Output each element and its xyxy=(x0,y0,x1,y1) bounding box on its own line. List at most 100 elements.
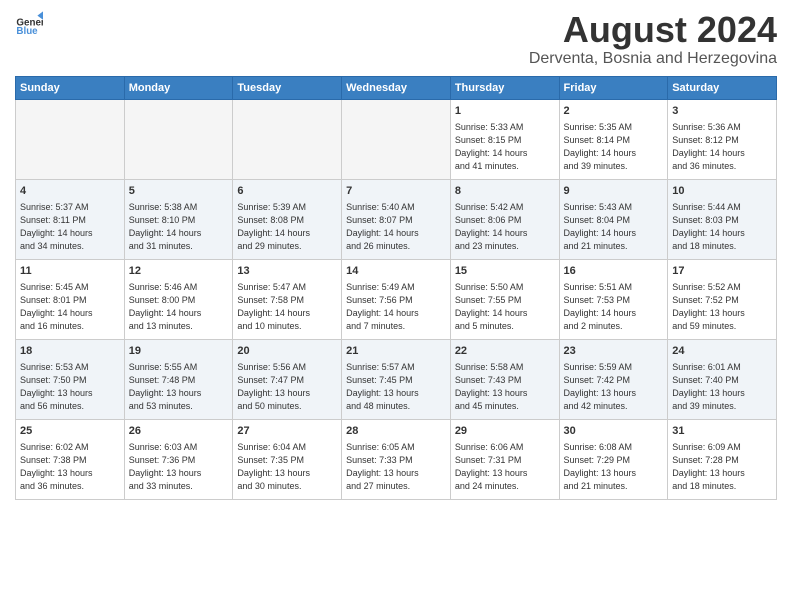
day-number: 24 xyxy=(672,344,772,359)
calendar-cell: 23 Sunrise: 5:59 AM Sunset: 7:42 PM Dayli… xyxy=(559,339,668,419)
day-info: Sunrise: 5:37 AM Sunset: 8:11 PM Dayligh… xyxy=(20,201,120,253)
day-number: 22 xyxy=(455,344,555,359)
day-info: Sunrise: 5:49 AM Sunset: 7:56 PM Dayligh… xyxy=(346,281,446,333)
day-number: 30 xyxy=(564,424,664,439)
day-number: 12 xyxy=(129,264,229,279)
calendar-cell: 14Sunrise: 5:49 AM Sunset: 7:56 PM Dayli… xyxy=(342,259,451,339)
day-number: 19 xyxy=(129,344,229,359)
day-number: 23 xyxy=(564,344,664,359)
day-number: 29 xyxy=(455,424,555,439)
calendar-cell: 6 Sunrise: 5:39 AM Sunset: 8:08 PM Daylig… xyxy=(233,179,342,259)
day-info: Sunrise: 5:39 AM Sunset: 8:08 PM Dayligh… xyxy=(237,201,337,253)
calendar-week-1: 1 Sunrise: 5:33 AM Sunset: 8:15 PM Daylig… xyxy=(16,99,777,179)
calendar-cell xyxy=(124,99,233,179)
day-info: Sunrise: 5:56 AM Sunset: 7:47 PM Dayligh… xyxy=(237,361,337,413)
weekday-header-friday: Friday xyxy=(559,76,668,99)
day-number: 27 xyxy=(237,424,337,439)
day-number: 8 xyxy=(455,184,555,199)
logo: General Blue xyxy=(15,10,43,38)
calendar-cell: 21Sunrise: 5:57 AM Sunset: 7:45 PM Dayli… xyxy=(342,339,451,419)
title-block: August 2024 Derventa, Bosnia and Herzego… xyxy=(529,10,777,68)
calendar-cell: 20 Sunrise: 5:56 AM Sunset: 7:47 PM Dayli… xyxy=(233,339,342,419)
day-info: Sunrise: 6:03 AM Sunset: 7:36 PM Dayligh… xyxy=(129,441,229,493)
day-number: 7 xyxy=(346,184,446,199)
day-info: Sunrise: 6:09 AM Sunset: 7:28 PM Dayligh… xyxy=(672,441,772,493)
weekday-header-thursday: Thursday xyxy=(450,76,559,99)
weekday-header-monday: Monday xyxy=(124,76,233,99)
day-info: Sunrise: 6:02 AM Sunset: 7:38 PM Dayligh… xyxy=(20,441,120,493)
day-info: Sunrise: 5:52 AM Sunset: 7:52 PM Dayligh… xyxy=(672,281,772,333)
calendar-week-3: 11 Sunrise: 5:45 AM Sunset: 8:01 PM Dayli… xyxy=(16,259,777,339)
day-number: 4 xyxy=(20,184,120,199)
day-info: Sunrise: 5:42 AM Sunset: 8:06 PM Dayligh… xyxy=(455,201,555,253)
weekday-header-sunday: Sunday xyxy=(16,76,125,99)
svg-text:Blue: Blue xyxy=(16,26,38,37)
day-number: 18 xyxy=(20,344,120,359)
calendar-cell: 9Sunrise: 5:43 AM Sunset: 8:04 PM Daylig… xyxy=(559,179,668,259)
calendar-cell: 29 Sunrise: 6:06 AM Sunset: 7:31 PM Dayli… xyxy=(450,419,559,499)
calendar-cell xyxy=(16,99,125,179)
day-info: Sunrise: 6:08 AM Sunset: 7:29 PM Dayligh… xyxy=(564,441,664,493)
day-number: 20 xyxy=(237,344,337,359)
day-number: 1 xyxy=(455,104,555,119)
day-number: 25 xyxy=(20,424,120,439)
day-number: 5 xyxy=(129,184,229,199)
day-info: Sunrise: 5:58 AM Sunset: 7:43 PM Dayligh… xyxy=(455,361,555,413)
day-info: Sunrise: 5:46 AM Sunset: 8:00 PM Dayligh… xyxy=(129,281,229,333)
day-number: 26 xyxy=(129,424,229,439)
day-info: Sunrise: 6:01 AM Sunset: 7:40 PM Dayligh… xyxy=(672,361,772,413)
day-number: 3 xyxy=(672,104,772,119)
day-number: 11 xyxy=(20,264,120,279)
calendar-cell: 30 Sunrise: 6:08 AM Sunset: 7:29 PM Dayli… xyxy=(559,419,668,499)
day-number: 17 xyxy=(672,264,772,279)
day-info: Sunrise: 5:55 AM Sunset: 7:48 PM Dayligh… xyxy=(129,361,229,413)
logo-icon: General Blue xyxy=(15,10,43,38)
day-info: Sunrise: 5:47 AM Sunset: 7:58 PM Dayligh… xyxy=(237,281,337,333)
day-info: Sunrise: 5:36 AM Sunset: 8:12 PM Dayligh… xyxy=(672,121,772,173)
calendar-cell: 10Sunrise: 5:44 AM Sunset: 8:03 PM Dayli… xyxy=(668,179,777,259)
day-info: Sunrise: 5:45 AM Sunset: 8:01 PM Dayligh… xyxy=(20,281,120,333)
calendar-table: SundayMondayTuesdayWednesdayThursdayFrid… xyxy=(15,76,777,500)
day-number: 31 xyxy=(672,424,772,439)
calendar-cell: 16Sunrise: 5:51 AM Sunset: 7:53 PM Dayli… xyxy=(559,259,668,339)
calendar-cell: 15 Sunrise: 5:50 AM Sunset: 7:55 PM Dayli… xyxy=(450,259,559,339)
day-info: Sunrise: 5:53 AM Sunset: 7:50 PM Dayligh… xyxy=(20,361,120,413)
day-info: Sunrise: 5:59 AM Sunset: 7:42 PM Dayligh… xyxy=(564,361,664,413)
weekday-header-wednesday: Wednesday xyxy=(342,76,451,99)
calendar-cell: 19 Sunrise: 5:55 AM Sunset: 7:48 PM Dayli… xyxy=(124,339,233,419)
calendar-cell: 26 Sunrise: 6:03 AM Sunset: 7:36 PM Dayli… xyxy=(124,419,233,499)
weekday-header-tuesday: Tuesday xyxy=(233,76,342,99)
calendar-cell: 31 Sunrise: 6:09 AM Sunset: 7:28 PM Dayli… xyxy=(668,419,777,499)
calendar-cell: 28Sunrise: 6:05 AM Sunset: 7:33 PM Dayli… xyxy=(342,419,451,499)
day-info: Sunrise: 5:50 AM Sunset: 7:55 PM Dayligh… xyxy=(455,281,555,333)
calendar-cell xyxy=(342,99,451,179)
calendar-cell: 27Sunrise: 6:04 AM Sunset: 7:35 PM Dayli… xyxy=(233,419,342,499)
calendar-week-4: 18 Sunrise: 5:53 AM Sunset: 7:50 PM Dayli… xyxy=(16,339,777,419)
day-number: 6 xyxy=(237,184,337,199)
calendar-cell: 11 Sunrise: 5:45 AM Sunset: 8:01 PM Dayli… xyxy=(16,259,125,339)
calendar-cell: 22 Sunrise: 5:58 AM Sunset: 7:43 PM Dayli… xyxy=(450,339,559,419)
day-info: Sunrise: 5:40 AM Sunset: 8:07 PM Dayligh… xyxy=(346,201,446,253)
day-number: 13 xyxy=(237,264,337,279)
calendar-title: August 2024 xyxy=(529,10,777,50)
day-number: 16 xyxy=(564,264,664,279)
calendar-cell: 18 Sunrise: 5:53 AM Sunset: 7:50 PM Dayli… xyxy=(16,339,125,419)
calendar-cell xyxy=(233,99,342,179)
day-number: 2 xyxy=(564,104,664,119)
calendar-cell: 2Sunrise: 5:35 AM Sunset: 8:14 PM Daylig… xyxy=(559,99,668,179)
calendar-cell: 24 Sunrise: 6:01 AM Sunset: 7:40 PM Dayli… xyxy=(668,339,777,419)
calendar-cell: 3 Sunrise: 5:36 AM Sunset: 8:12 PM Daylig… xyxy=(668,99,777,179)
weekday-header-row: SundayMondayTuesdayWednesdayThursdayFrid… xyxy=(16,76,777,99)
day-info: Sunrise: 5:33 AM Sunset: 8:15 PM Dayligh… xyxy=(455,121,555,173)
page-header: General Blue August 2024 Derventa, Bosni… xyxy=(15,10,777,68)
calendar-cell: 1 Sunrise: 5:33 AM Sunset: 8:15 PM Daylig… xyxy=(450,99,559,179)
calendar-cell: 8 Sunrise: 5:42 AM Sunset: 8:06 PM Daylig… xyxy=(450,179,559,259)
calendar-week-2: 4 Sunrise: 5:37 AM Sunset: 8:11 PM Daylig… xyxy=(16,179,777,259)
day-info: Sunrise: 6:06 AM Sunset: 7:31 PM Dayligh… xyxy=(455,441,555,493)
calendar-cell: 13 Sunrise: 5:47 AM Sunset: 7:58 PM Dayli… xyxy=(233,259,342,339)
calendar-cell: 25 Sunrise: 6:02 AM Sunset: 7:38 PM Dayli… xyxy=(16,419,125,499)
day-number: 28 xyxy=(346,424,446,439)
day-number: 21 xyxy=(346,344,446,359)
calendar-cell: 17 Sunrise: 5:52 AM Sunset: 7:52 PM Dayli… xyxy=(668,259,777,339)
day-number: 15 xyxy=(455,264,555,279)
